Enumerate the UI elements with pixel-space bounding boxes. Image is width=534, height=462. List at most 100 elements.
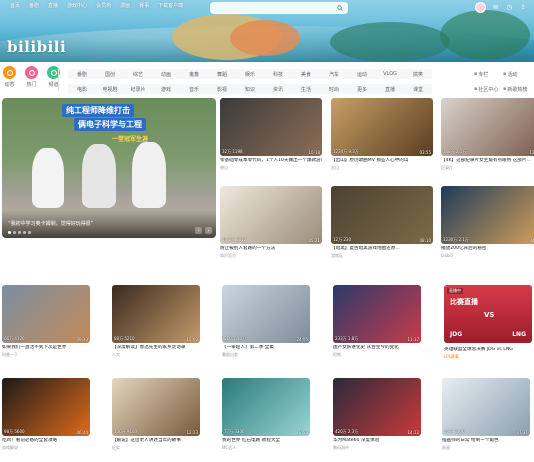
category-tag[interactable]: 时尚: [320, 84, 348, 94]
video-thumbnail[interactable]: 3230万 2.1万 04:02: [441, 186, 534, 244]
nav-item[interactable]: 会员购: [96, 2, 111, 9]
video-thumbnail[interactable]: 510万 10万 24:05: [222, 285, 310, 343]
video-uploader[interactable]: MC达人: [222, 445, 310, 451]
more-link[interactable]: ▪ 新歌热榜: [503, 84, 532, 94]
video-title[interactable]: 华为Mate60 深度体验: [333, 438, 421, 444]
category-tag[interactable]: 生活: [292, 84, 320, 94]
nav-item[interactable]: 游戏中心: [67, 2, 87, 9]
video-uploader[interactable]: 科普一下: [2, 352, 90, 358]
video-uploader[interactable]: LPL赛事: [444, 354, 532, 360]
quick-entry[interactable]: 动态: [2, 66, 17, 88]
category-tag[interactable]: 影视: [208, 84, 236, 94]
video-card[interactable]: 32万 1198 10:18 零基础零成本零代码，1个人10天做出一个爆款游戏 晓山: [220, 98, 322, 171]
video-uploader[interactable]: 人文: [112, 352, 200, 358]
video-title[interactable]: 播放200亿背后的秘密: [441, 246, 534, 252]
category-tag[interactable]: 运动: [348, 69, 376, 79]
category-tag[interactable]: 美食: [292, 69, 320, 79]
video-title[interactable]: 如果我们一直活不到下次是世界: [2, 345, 90, 351]
video-thumbnail[interactable]: 233万 1.8万 11:17: [333, 285, 421, 343]
carousel-dots[interactable]: [8, 231, 31, 234]
category-tag[interactable]: 纪录片: [124, 84, 152, 94]
video-uploader[interactable]: 出山: [331, 165, 433, 171]
nav-item[interactable]: 首页: [10, 2, 20, 9]
category-tag[interactable]: 番剧: [68, 69, 96, 79]
video-thumbnail[interactable]: 420万 2.3万 14:12: [333, 378, 421, 436]
video-uploader[interactable]: 数码测评: [333, 445, 421, 451]
history-icon[interactable]: ◷: [505, 3, 514, 12]
category-tag[interactable]: 舞蹈: [208, 69, 236, 79]
video-thumbnail[interactable]: 12万 230 08:10: [331, 186, 433, 244]
video-uploader[interactable]: 游戏解说: [2, 445, 90, 451]
category-tag[interactable]: 资讯: [264, 84, 292, 94]
video-title[interactable]: 我的世界 红石电路 教程大全: [222, 438, 310, 444]
category-tag[interactable]: VLOG: [376, 69, 404, 79]
video-title[interactable]: 【解说】这位老人讲述当年的故事: [112, 438, 200, 444]
category-tag[interactable]: 综艺: [124, 69, 152, 79]
more-link[interactable]: ▪ 活动: [503, 69, 532, 79]
video-thumbnail[interactable]: 1234万 9.3万 03:55: [331, 98, 433, 156]
video-thumbnail[interactable]: 46.2万 3012 05:21: [220, 186, 322, 244]
avatar[interactable]: [475, 2, 486, 13]
carousel-dot[interactable]: [23, 231, 26, 234]
video-uploader[interactable]: bilibili: [441, 253, 534, 258]
category-tag[interactable]: 音乐: [180, 84, 208, 94]
nav-item[interactable]: 直播: [48, 2, 58, 9]
video-card[interactable]: 77万 3300 18:50 我的世界 红石电路 教程大全 MC达人: [222, 378, 310, 451]
video-thumbnail[interactable]: 98万 5600 06:44: [2, 378, 90, 436]
video-title[interactable]: 国产女妖进化史 从古至今的变化: [333, 345, 421, 351]
video-uploader[interactable]: 知识官方: [220, 253, 322, 259]
carousel-dot[interactable]: [28, 231, 31, 234]
category-tag[interactable]: 汽车: [320, 69, 348, 79]
quick-entry[interactable]: 热门: [24, 66, 39, 88]
video-thumbnail[interactable]: 168万 2.1万 12:45: [441, 98, 534, 156]
message-icon[interactable]: ✉: [491, 3, 500, 12]
video-title[interactable]: 吃鸡！看前必备的全套攻略: [2, 438, 90, 444]
nav-item[interactable]: 漫画: [120, 2, 130, 9]
search-icon[interactable]: [337, 5, 343, 11]
prev-arrow-icon[interactable]: ‹: [195, 227, 202, 234]
video-card[interactable]: 510万 10万 24:05 《一拳超人》第二季 全集 番剧出差: [222, 285, 310, 358]
category-tag[interactable]: 鬼畜: [180, 69, 208, 79]
category-tag[interactable]: 电视剧: [96, 84, 124, 94]
category-tag[interactable]: 直播: [376, 84, 404, 94]
video-thumbnail[interactable]: 66万 4120 09:33: [2, 285, 90, 343]
nav-item[interactable]: 下载客户端: [158, 2, 183, 9]
carousel-caption[interactable]: “我初中学习奥卡姆剃，觉得好玩得很”: [8, 220, 93, 227]
video-title[interactable]: 【出山】原创歌曲MV 那些人心中的山: [331, 158, 433, 164]
video-uploader[interactable]: 游戏区: [331, 253, 433, 259]
category-tag[interactable]: 课堂: [404, 84, 432, 94]
nav-item[interactable]: 赛事: [139, 2, 149, 9]
nav-item[interactable]: 番剧: [29, 2, 39, 9]
video-uploader[interactable]: 画画: [442, 445, 530, 451]
category-tag[interactable]: 游戏: [152, 84, 180, 94]
video-card[interactable]: 98万 5600 06:44 吃鸡！看前必备的全套攻略 游戏解说: [2, 378, 90, 451]
category-tag[interactable]: 国创: [96, 69, 124, 79]
search-input[interactable]: [215, 4, 331, 14]
video-uploader[interactable]: 番剧出差: [222, 352, 310, 358]
video-title[interactable]: 《一拳超人》第二季 全集: [222, 345, 310, 351]
live-match-card[interactable]: 直播中 比赛直播 VS JDG LNG: [444, 285, 532, 343]
category-tag[interactable]: 动画: [152, 69, 180, 79]
category-tag[interactable]: 更多: [348, 84, 376, 94]
category-tag[interactable]: 娱乐: [236, 69, 264, 79]
video-card[interactable]: 3230万 2.1万 04:02 播放200亿背后的秘密bilibili: [441, 186, 534, 258]
video-card[interactable]: 88万 5210 15:02 【深度解读】鲁迅先生的家乡走访录 人文: [112, 285, 200, 358]
video-card[interactable]: 46.2万 3012 05:21 防止被别人套路的一个方法 知识官方: [220, 186, 322, 259]
category-tag[interactable]: 电影: [68, 84, 96, 94]
video-card[interactable]: 420万 2.3万 14:12 华为Mate60 深度体验 数码测评: [333, 378, 421, 451]
video-thumbnail[interactable]: 88万 5210 15:02: [112, 285, 200, 343]
video-title[interactable]: 【深度解读】鲁迅先生的家乡走访录: [112, 345, 200, 351]
video-title[interactable]: 零基础零成本零代码，1个人10天做出一个爆款游戏: [220, 158, 322, 164]
more-link[interactable]: ▪ 社区中心: [474, 84, 503, 94]
video-title[interactable]: 英雄联盟全球总决赛 JDG vs LNG: [444, 347, 532, 353]
video-uploader[interactable]: 纪录片: [441, 165, 534, 171]
upload-icon[interactable]: ⇪: [519, 3, 528, 12]
video-thumbnail[interactable]: 32万 1198 10:18: [220, 98, 322, 156]
video-card[interactable]: 55万 2100 07:31 插画师的日常 绘制一个角色 画画: [442, 378, 530, 451]
video-card[interactable]: 12万 230 08:10 【暗黑】复古暗黑游戏地图还原... 游戏区: [331, 186, 433, 259]
video-thumbnail[interactable]: 77万 3300 18:50: [222, 378, 310, 436]
video-title[interactable]: 防止被别人套路的一个方法: [220, 246, 322, 252]
search-box[interactable]: [210, 2, 348, 14]
video-title[interactable]: 【暗黑】复古暗黑游戏地图还原...: [331, 246, 433, 252]
feature-carousel[interactable]: 纯工程师降维打击 俩电子科学与工程 一堂冠军生涯 “我初中学习奥卡姆剃，觉得好玩…: [2, 98, 216, 238]
